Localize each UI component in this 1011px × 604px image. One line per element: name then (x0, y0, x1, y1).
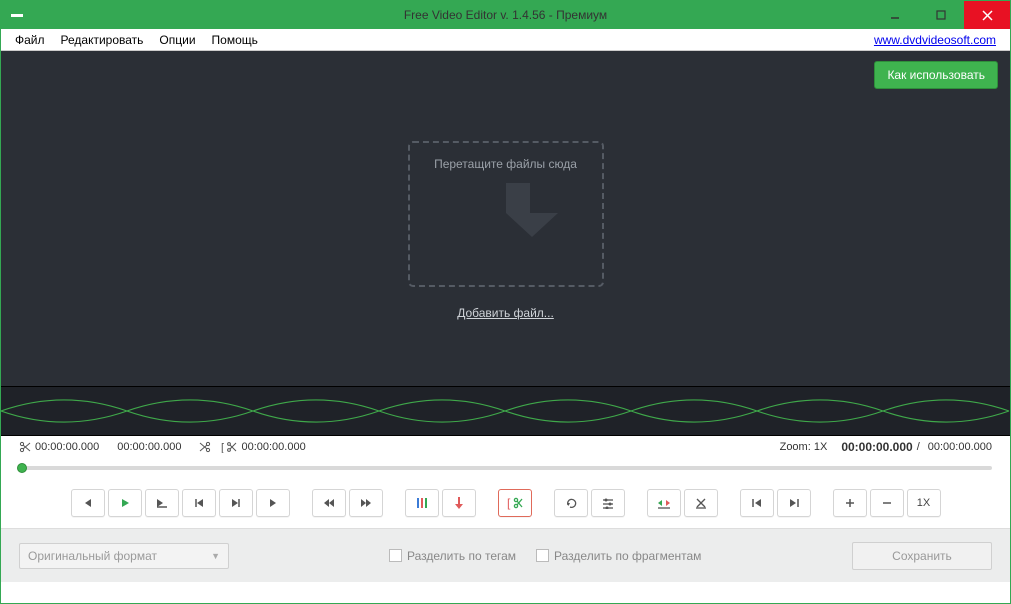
format-dropdown[interactable]: Оригинальный формат ▼ (19, 543, 229, 569)
zoom-in-button[interactable] (833, 489, 867, 517)
zoom-label: Zoom: 1X (780, 441, 828, 453)
trash-button[interactable] (684, 489, 718, 517)
scissors-open-icon (19, 441, 31, 453)
save-button[interactable]: Сохранить (852, 542, 992, 570)
svg-text:[: [ (221, 442, 224, 453)
merge-in-button[interactable] (647, 489, 681, 517)
window-title: Free Video Editor v. 1.4.56 - Премиум (1, 8, 1010, 22)
checkbox-icon (389, 549, 402, 562)
playback-toolbar: [ 1X (1, 478, 1010, 528)
menu-help[interactable]: Помощь (204, 31, 266, 49)
cut-mid-time: 00:00:00.000 (117, 441, 181, 453)
go-end-button[interactable] (219, 489, 253, 517)
drop-zone[interactable]: Перетащите файлы сюда (408, 141, 604, 287)
cut-start-time: 00:00:00.000 (35, 441, 99, 453)
scissors-bracket-icon: [ (221, 441, 237, 453)
settings-button[interactable] (591, 489, 625, 517)
marker-down-button[interactable] (442, 489, 476, 517)
skip-forward-button[interactable] (349, 489, 383, 517)
preview-area: Как использовать Перетащите файлы сюда Д… (1, 51, 1010, 386)
play-button[interactable] (108, 489, 142, 517)
play-to-end-button[interactable] (145, 489, 179, 517)
skip-back-button[interactable] (312, 489, 346, 517)
close-button[interactable] (964, 1, 1010, 29)
markers-button[interactable] (405, 489, 439, 517)
go-start-button[interactable] (182, 489, 216, 517)
current-position: 00:00:00.000 (841, 440, 912, 454)
split-by-tags-checkbox[interactable]: Разделить по тегам (389, 549, 516, 563)
how-to-use-button[interactable]: Как использовать (874, 61, 998, 89)
format-dropdown-label: Оригинальный формат (28, 549, 157, 563)
split-by-tags-label: Разделить по тегам (407, 549, 516, 563)
menu-edit[interactable]: Редактировать (53, 31, 152, 49)
drop-zone-label: Перетащите файлы сюда (410, 157, 602, 171)
menu-file[interactable]: Файл (7, 31, 53, 49)
bottom-bar: Оригинальный формат ▼ Разделить по тегам… (1, 528, 1010, 582)
time-separator: / (917, 441, 920, 453)
add-file-link[interactable]: Добавить файл... (457, 306, 554, 320)
cut-button[interactable]: [ (498, 489, 532, 517)
prev-frame-button[interactable] (71, 489, 105, 517)
bracket-right-button[interactable] (777, 489, 811, 517)
checkbox-icon (536, 549, 549, 562)
zoom-reset-button[interactable]: 1X (907, 489, 941, 517)
seek-thumb[interactable] (17, 463, 27, 473)
waveform-panel (1, 386, 1010, 436)
maximize-button[interactable] (918, 1, 964, 29)
app-icon (11, 14, 23, 17)
seek-slider-row (1, 458, 1010, 478)
titlebar: Free Video Editor v. 1.4.56 - Премиум (1, 1, 1010, 29)
minimize-button[interactable] (872, 1, 918, 29)
scissors-close-icon (199, 441, 211, 453)
bracket-time: 00:00:00.000 (241, 441, 305, 453)
menu-options[interactable]: Опции (151, 31, 203, 49)
website-link[interactable]: www.dvdvideosoft.com (874, 33, 996, 47)
menubar: Файл Редактировать Опции Помощь www.dvdv… (1, 29, 1010, 51)
seek-slider[interactable] (19, 466, 992, 470)
zoom-out-button[interactable] (870, 489, 904, 517)
bracket-left-button[interactable] (740, 489, 774, 517)
next-frame-button[interactable] (256, 489, 290, 517)
chevron-down-icon: ▼ (211, 551, 220, 561)
split-by-fragments-label: Разделить по фрагментам (554, 549, 701, 563)
rotate-button[interactable] (554, 489, 588, 517)
svg-text:[: [ (507, 496, 511, 510)
total-duration: 00:00:00.000 (928, 441, 992, 453)
split-by-fragments-checkbox[interactable]: Разделить по фрагментам (536, 549, 701, 563)
time-info-bar: 00:00:00.000 00:00:00.000 [ 00:00:00.000… (1, 436, 1010, 458)
